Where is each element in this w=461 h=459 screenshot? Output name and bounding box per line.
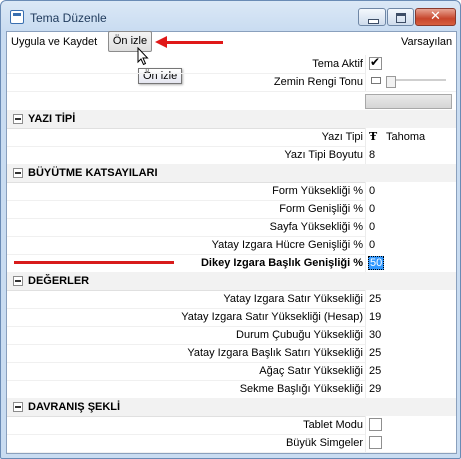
property-value-text: 25 — [369, 365, 382, 377]
section-values-title: DEĞERLER — [28, 275, 90, 287]
row-tab-header-height: Sekme Başlığı Yüksekliği 29 — [7, 380, 456, 399]
property-label: Form Yüksekliği % — [272, 185, 363, 197]
client-area: Uygula ve Kaydet Ön izle Varsayılan Ön i… — [6, 31, 457, 454]
bg-color-tone-value — [365, 73, 456, 91]
row-form-height: Form Yüksekliği % 0 — [7, 182, 456, 201]
property-value-text: 25 — [369, 293, 382, 305]
row-horizontal-grid-cell-width: Yatay Izgara Hücre Genişliği % 0 — [7, 236, 456, 255]
section-growth[interactable]: BÜYÜTME KATSAYILARI — [7, 164, 456, 183]
section-font[interactable]: YAZI TİPİ — [7, 110, 456, 129]
theme-editor-window: Tema Düzenle ✕ Uygula ve Kaydet Ön izle … — [0, 0, 461, 459]
property-label: Yatay Izgara Satır Yüksekliği — [223, 293, 363, 305]
minimize-button[interactable] — [358, 8, 386, 26]
collapse-icon[interactable] — [13, 402, 23, 412]
property-label: Yatay Izgara Satır Yüksekliği (Hesap) — [181, 311, 363, 323]
property-value[interactable]: 25 — [365, 290, 456, 308]
font-label: Yazı Tipi — [321, 131, 363, 143]
row-bg-color-tone: Zemin Rengi Tonu — [7, 73, 456, 92]
color-preview-bar — [365, 94, 452, 109]
property-value[interactable]: 29 — [365, 380, 456, 398]
property-value[interactable]: 25 — [365, 362, 456, 380]
property-value[interactable]: 25 — [365, 344, 456, 362]
font-size-value-text: 8 — [369, 149, 376, 161]
tablet-mode-checkbox[interactable] — [369, 418, 382, 431]
check-icon: ✔ — [370, 55, 381, 69]
selected-value-text[interactable]: 50 — [368, 256, 385, 270]
title-bar[interactable]: Tema Düzenle ✕ — [1, 1, 460, 31]
theme-active-checkbox[interactable]: ✔ — [369, 55, 382, 70]
big-icons-label: Büyük Simgeler — [285, 437, 363, 449]
property-label: Sayfa Yüksekliği % — [269, 221, 363, 233]
row-hgrid-row-height-calc: Yatay Izgara Satır Yüksekliği (Hesap) 19 — [7, 308, 456, 327]
tone-slider-thumb[interactable] — [386, 76, 396, 88]
row-statusbar-height: Durum Çubuğu Yüksekliği 30 — [7, 326, 456, 345]
maximize-button[interactable] — [387, 8, 414, 26]
property-label: Durum Çubuğu Yüksekliği — [236, 329, 363, 341]
close-button[interactable]: ✕ — [415, 8, 456, 26]
collapse-icon[interactable] — [13, 168, 23, 178]
big-icons-value — [365, 434, 456, 452]
font-value[interactable]: Ŧ Tahoma — [365, 128, 456, 146]
property-label: Yatay Izgara Hücre Genişliği % — [211, 239, 363, 251]
maximize-icon — [396, 13, 406, 23]
property-value[interactable]: 19 — [365, 308, 456, 326]
property-value[interactable]: 30 — [365, 326, 456, 344]
property-value-text: 25 — [369, 347, 382, 359]
property-value-text: 29 — [369, 383, 382, 395]
bg-color-tone-label: Zemin Rengi Tonu — [273, 76, 363, 88]
row-tree-row-height: Ağaç Satır Yüksekliği 25 — [7, 362, 456, 381]
property-value[interactable]: 0 — [365, 182, 456, 200]
theme-active-value: ✔ — [365, 55, 456, 73]
property-value-text: 0 — [369, 221, 376, 233]
annotation-arrow-head — [155, 36, 167, 48]
big-icons-checkbox[interactable] — [369, 436, 382, 449]
section-values[interactable]: DEĞERLER — [7, 272, 456, 291]
close-icon: ✕ — [430, 9, 441, 24]
theme-active-label: Tema Aktif — [312, 58, 363, 70]
row-page-height: Sayfa Yüksekliği % 0 — [7, 218, 456, 237]
font-icon: Ŧ — [369, 130, 378, 143]
row-form-width: Form Genişliği % 0 — [7, 200, 456, 219]
tablet-mode-label: Tablet Modu — [303, 419, 363, 431]
font-size-label: Yazı Tipi Boyutu — [284, 149, 363, 161]
property-value[interactable]: 0 — [365, 218, 456, 236]
app-icon — [10, 10, 24, 24]
tablet-mode-value — [365, 416, 456, 434]
row-tablet-mode: Tablet Modu — [7, 416, 456, 435]
property-label: Sekme Başlığı Yüksekliği — [239, 383, 363, 395]
row-theme-active: Tema Aktif ✔ — [7, 55, 456, 74]
row-hgrid-header-row-height: Yatay Izgara Başlık Satırı Yüksekliği 25 — [7, 344, 456, 363]
property-value-editing[interactable]: 50 — [365, 254, 456, 272]
annotation-underline — [14, 261, 174, 264]
font-size-value[interactable]: 8 — [365, 146, 456, 164]
property-label: Yatay Izgara Başlık Satırı Yüksekliği — [187, 347, 363, 359]
section-growth-title: BÜYÜTME KATSAYILARI — [28, 167, 158, 179]
section-font-title: YAZI TİPİ — [28, 113, 76, 125]
color-swatch-icon — [371, 77, 381, 84]
collapse-icon[interactable] — [13, 114, 23, 124]
section-behavior[interactable]: DAVRANIŞ ŞEKLİ — [7, 398, 456, 417]
property-value[interactable]: 0 — [365, 236, 456, 254]
row-font-size: Yazı Tipi Boyutu 8 — [7, 146, 456, 165]
annotation-arrow-line — [166, 41, 223, 44]
property-value-text: 30 — [369, 329, 382, 341]
row-hgrid-row-height: Yatay Izgara Satır Yüksekliği 25 — [7, 290, 456, 309]
property-value-text: 0 — [369, 203, 376, 215]
window-title: Tema Düzenle — [30, 11, 107, 25]
row-big-icons: Büyük Simgeler — [7, 434, 456, 453]
font-value-text: Tahoma — [386, 131, 426, 143]
section-behavior-title: DAVRANIŞ ŞEKLİ — [28, 401, 121, 413]
property-value-text: 0 — [369, 185, 376, 197]
minimize-icon — [368, 19, 379, 24]
property-value-text: 19 — [369, 311, 382, 323]
property-value[interactable]: 0 — [365, 200, 456, 218]
property-label: Ağaç Satır Yüksekliği — [259, 365, 363, 377]
apply-save-link[interactable]: Uygula ve Kaydet — [11, 36, 97, 48]
property-value-text: 0 — [369, 239, 376, 251]
collapse-icon[interactable] — [13, 276, 23, 286]
property-label: Dikey Izgara Başlık Genişliği % — [200, 257, 363, 269]
defaults-link[interactable]: Varsayılan — [401, 36, 452, 48]
property-label: Form Genişliği % — [279, 203, 363, 215]
row-font: Yazı Tipi Ŧ Tahoma — [7, 128, 456, 147]
